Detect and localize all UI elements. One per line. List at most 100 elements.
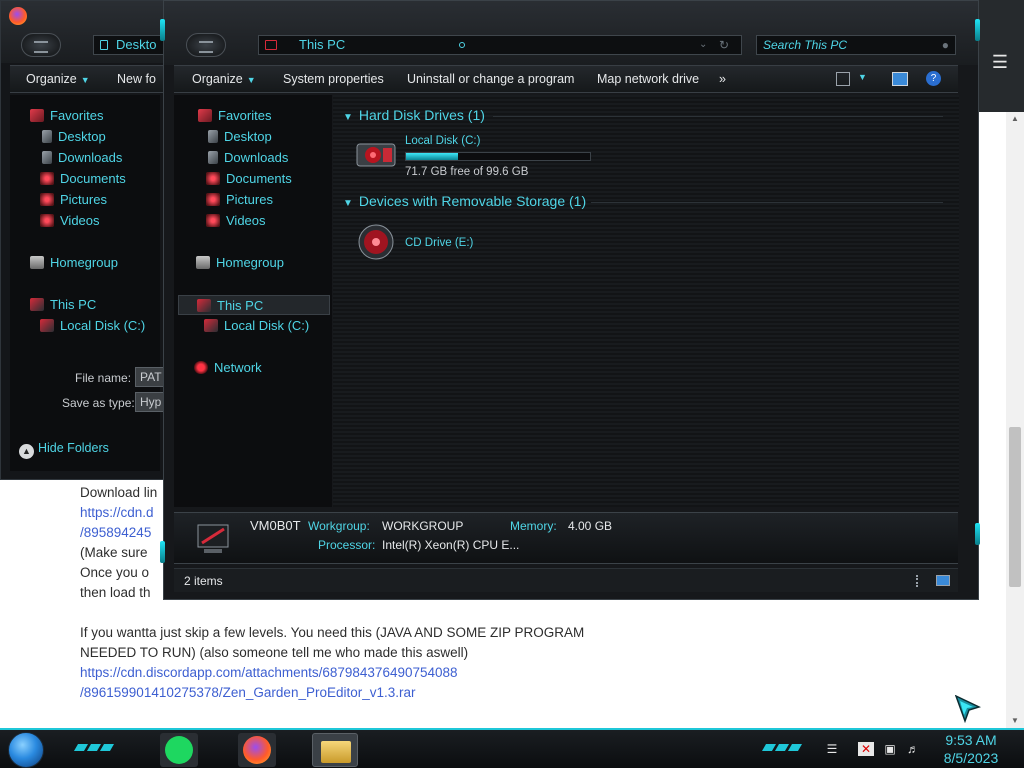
nav-pictures[interactable]: Pictures (206, 190, 273, 210)
help-icon[interactable]: ? (926, 71, 941, 86)
file-list-area[interactable]: ▼ Hard Disk Drives (1) Local Disk (C:) 71… (333, 95, 959, 507)
nav-label: Favorites (218, 108, 272, 123)
pictures-icon (206, 193, 220, 206)
nav-label: Documents (60, 171, 126, 186)
local-disk-name[interactable]: Local Disk (C:) (405, 135, 480, 147)
firefox-icon (9, 7, 27, 25)
organize-button[interactable]: Organize ▼ (192, 72, 256, 86)
search-input[interactable]: Search This PC ● (756, 35, 956, 55)
nav-downloads[interactable]: Downloads (42, 148, 122, 168)
scroll-down-icon[interactable]: ▼ (1006, 714, 1024, 728)
chevron-down-icon[interactable]: ▼ (858, 72, 867, 82)
frame-accent (160, 541, 165, 563)
address-text: This PC (299, 37, 346, 52)
download-link[interactable]: /896159901410275378/Zen_Garden_ProEditor… (80, 683, 620, 703)
cd-drive-icon[interactable] (357, 223, 395, 261)
group-removable-storage[interactable]: ▼ Devices with Removable Storage (1) (343, 193, 586, 209)
nav-favorites[interactable]: Favorites (30, 106, 103, 126)
scroll-up-icon[interactable]: ▲ (1006, 112, 1024, 126)
nav-desktop[interactable]: Desktop (208, 127, 272, 147)
organize-button[interactable]: Organize ▼ (26, 72, 90, 86)
nav-label: Local Disk (C:) (60, 318, 146, 333)
nav-downloads[interactable]: Downloads (208, 148, 288, 168)
nav-this-pc[interactable]: This PC (30, 295, 96, 315)
system-properties-button[interactable]: System properties (283, 72, 384, 86)
memory-value: 4.00 GB (568, 519, 613, 533)
clock-time: 9:53 AM (945, 732, 997, 748)
nav-label: Videos (226, 213, 266, 228)
firefox-icon[interactable] (238, 733, 276, 767)
nav-documents[interactable]: Documents (206, 169, 292, 189)
group-label: Hard Disk Drives (1) (358, 107, 485, 123)
nav-videos[interactable]: Videos (206, 211, 266, 231)
save-dialog-window: Deskto Organize ▼ New fo Favorites Deskto… (0, 0, 173, 480)
start-button[interactable] (8, 732, 44, 768)
nav-label: Homegroup (216, 255, 284, 270)
notes-app-icon[interactable] (160, 733, 198, 767)
breadcrumb-arrow-icon[interactable] (459, 42, 465, 48)
window-title-bar[interactable]: This PC ⌄ ↻ Search This PC ● (164, 1, 978, 65)
map-network-drive-button[interactable]: Map network drive (597, 72, 699, 86)
chevron-up-icon: ▲ (19, 444, 34, 459)
window-title-bar[interactable]: Deskto (1, 1, 173, 63)
back-forward-icon[interactable] (186, 33, 226, 57)
organize-label: Organize (26, 72, 77, 86)
group-divider (591, 202, 943, 203)
nav-documents[interactable]: Documents (40, 169, 126, 189)
hamburger-icon[interactable]: ☰ (988, 50, 1012, 74)
action-center-flag-icon[interactable]: ✕ (858, 742, 874, 756)
nav-local-disk[interactable]: Local Disk (C:) (40, 316, 145, 336)
nav-label: Network (214, 360, 262, 375)
navigation-pane: Favorites Desktop Downloads Documents Pi… (174, 95, 332, 507)
organize-label: Organize (192, 72, 243, 86)
desktop-icon (208, 130, 218, 143)
large-icons-view-icon[interactable] (936, 575, 950, 586)
frame-accent (975, 19, 980, 41)
dropdown-icon[interactable]: ⌄ (699, 36, 707, 54)
taskbar-decoration (761, 740, 803, 751)
nav-pictures[interactable]: Pictures (40, 190, 107, 210)
nav-local-disk[interactable]: Local Disk (C:) (204, 316, 309, 336)
more-commands-button[interactable]: » (719, 72, 726, 86)
nav-homegroup[interactable]: Homegroup (196, 253, 284, 273)
nav-this-pc[interactable]: This PC (178, 295, 330, 315)
download-link[interactable]: https://cdn.discordapp.com/attachments/6… (80, 663, 620, 683)
back-forward-icon[interactable] (21, 33, 61, 57)
downloads-icon (42, 151, 52, 164)
homegroup-icon (30, 256, 44, 269)
uninstall-program-button[interactable]: Uninstall or change a program (407, 72, 574, 86)
group-hard-disk-drives[interactable]: ▼ Hard Disk Drives (1) (343, 107, 485, 123)
system-clock[interactable]: 9:53 AM 8/5/2023 (934, 731, 1008, 767)
pictures-icon (40, 193, 54, 206)
cd-drive-name[interactable]: CD Drive (E:) (405, 237, 473, 249)
file-name-label: File name: (75, 371, 132, 385)
status-bar: 2 items (174, 568, 958, 592)
details-view-icon[interactable] (916, 575, 920, 587)
address-bar[interactable]: This PC ⌄ ↻ (258, 35, 742, 55)
address-text: Deskto (116, 37, 157, 52)
hard-drive-icon[interactable] (355, 138, 397, 172)
nav-label: Local Disk (C:) (224, 318, 310, 333)
refresh-icon[interactable]: ↻ (719, 36, 729, 54)
hide-folders-button[interactable]: ▲ Hide Folders (19, 441, 109, 459)
command-toolbar: Organize ▼ System properties Uninstall or… (174, 65, 958, 93)
nav-homegroup[interactable]: Homegroup (30, 253, 118, 273)
page-scrollbar[interactable]: ▲ ▼ (1006, 112, 1024, 728)
nav-network[interactable]: Network (194, 358, 262, 378)
nav-favorites[interactable]: Favorites (198, 106, 271, 126)
mouse-cursor-icon (955, 695, 981, 723)
scroll-thumb[interactable] (1009, 427, 1021, 587)
new-folder-button[interactable]: New fo (117, 72, 156, 86)
computer-icon (197, 524, 229, 553)
show-desktop-icon[interactable]: ☰ (824, 742, 840, 756)
network-tray-icon[interactable]: ▣ (882, 742, 898, 756)
nav-videos[interactable]: Videos (40, 211, 100, 231)
preview-pane-icon[interactable] (892, 72, 908, 86)
favorites-icon (30, 109, 44, 122)
volume-icon[interactable]: ♬ (905, 742, 921, 756)
view-options-icon[interactable] (836, 72, 850, 86)
documents-icon (206, 172, 220, 185)
nav-desktop[interactable]: Desktop (42, 127, 106, 147)
file-explorer-icon[interactable] (312, 733, 358, 767)
nav-label: Favorites (50, 108, 104, 123)
